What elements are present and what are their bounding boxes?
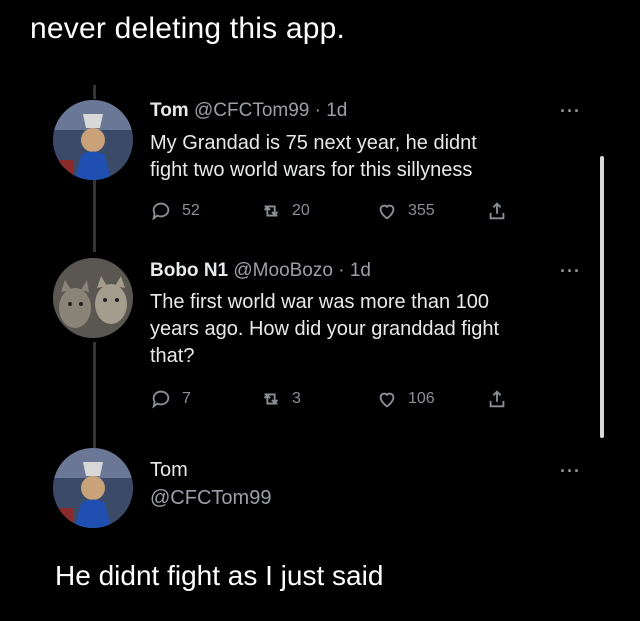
like-count: 355 xyxy=(408,202,435,219)
post-caption: never deleting this app. xyxy=(30,12,346,45)
avatar[interactable] xyxy=(53,258,133,338)
thread-line xyxy=(93,85,96,99)
reply-icon xyxy=(152,202,170,221)
share-icon xyxy=(489,202,505,220)
display-name[interactable]: Tom xyxy=(150,100,189,121)
reply-text: He didnt fight as I just said xyxy=(55,560,384,591)
display-name[interactable]: Bobo N1 xyxy=(150,260,228,281)
more-options-icon[interactable]: ··· xyxy=(560,101,581,122)
display-name[interactable]: Tom xyxy=(150,459,188,482)
tweet-header: Tom @CFCTom99 · 1d xyxy=(150,100,347,122)
tweet-text-line: My Grandad is 75 next year, he didnt xyxy=(150,132,477,154)
avatar[interactable] xyxy=(53,100,133,180)
reply-button[interactable]: 52 xyxy=(150,200,200,222)
tweet-actions: 52 20 355 xyxy=(150,200,530,224)
retweet-button[interactable]: 20 xyxy=(260,200,310,222)
heart-icon xyxy=(379,204,395,220)
tweet-text-line: years ago. How did your granddad fight xyxy=(150,318,500,340)
more-options-icon[interactable]: ··· xyxy=(560,461,581,482)
heart-icon xyxy=(379,392,395,408)
handle-and-time[interactable]: @CFCTom99 · 1d xyxy=(194,100,347,121)
handle-and-time[interactable]: @MooBozo · 1d xyxy=(233,260,371,281)
reply-icon xyxy=(152,390,170,409)
tweet-text: My Grandad is 75 next year, he didnt fig… xyxy=(150,130,570,184)
handle[interactable]: @CFCTom99 xyxy=(150,487,271,510)
retweet-icon xyxy=(263,393,279,405)
reply-button[interactable]: 7 xyxy=(150,388,191,410)
tweet-text-line: The first world war was more than 100 xyxy=(150,291,490,313)
thread-line xyxy=(93,342,96,450)
retweet-icon xyxy=(263,205,279,217)
reply-count: 7 xyxy=(182,390,191,407)
retweet-button[interactable]: 3 xyxy=(260,388,301,410)
tweet-text: The first world war was more than 100 ye… xyxy=(150,289,570,370)
tweet-text-line: fight two world wars for this sillyness xyxy=(150,159,473,181)
retweet-count: 3 xyxy=(292,390,301,407)
like-count: 106 xyxy=(408,390,435,407)
thread-line xyxy=(93,180,96,252)
share-button[interactable] xyxy=(486,388,518,410)
like-button[interactable]: 106 xyxy=(376,388,435,410)
reply-count: 52 xyxy=(182,202,200,219)
share-button[interactable] xyxy=(486,200,518,222)
tweet-actions: 7 3 106 xyxy=(150,388,530,412)
retweet-count: 20 xyxy=(292,202,310,219)
more-options-icon[interactable]: ··· xyxy=(560,261,581,282)
tweet-header: Bobo N1 @MooBozo · 1d xyxy=(150,260,371,282)
scrollbar[interactable] xyxy=(600,156,604,438)
tweet-text-line: that? xyxy=(150,345,195,367)
share-icon xyxy=(489,390,505,408)
like-button[interactable]: 355 xyxy=(376,200,435,222)
avatar[interactable] xyxy=(53,448,133,528)
